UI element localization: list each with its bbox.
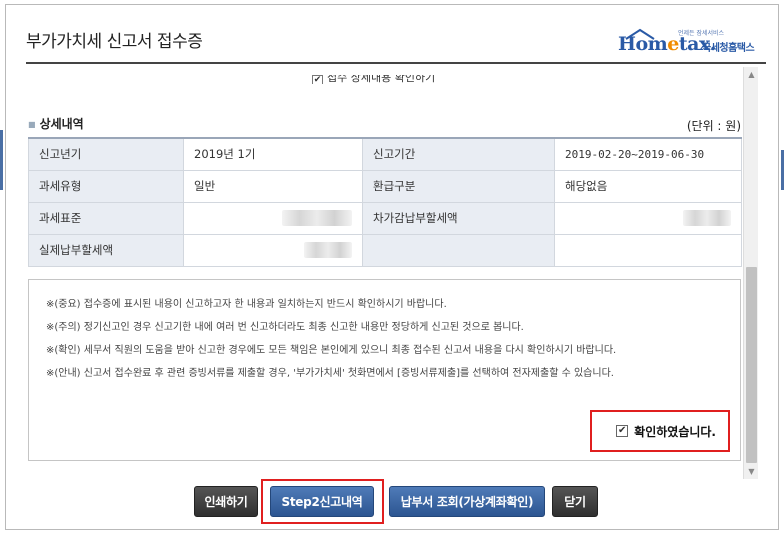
- table-value: [554, 233, 742, 267]
- table-row: 과세표준 차가감납부할세액: [28, 201, 742, 235]
- dialog-title: 부가가치세 신고서 접수증: [26, 32, 203, 52]
- unit-label: (단위 : 원): [686, 119, 741, 133]
- scroll-down-icon[interactable]: ▼: [744, 464, 759, 479]
- vertical-scrollbar[interactable]: ▲ ▼: [743, 67, 758, 479]
- checkbox-icon[interactable]: ✔: [312, 75, 323, 84]
- receipt-dialog: 부가가치세 신고서 접수증 언제든 잠세서비스 Hometax. 국세청홈택스 …: [5, 4, 779, 530]
- confirm-label[interactable]: 확인하였습니다.: [634, 423, 716, 440]
- close-button[interactable]: 닫기: [552, 486, 598, 517]
- table-label: 환급구분: [362, 169, 555, 203]
- scroll-up-icon[interactable]: ▲: [744, 67, 759, 82]
- table-label: 과세표준: [28, 201, 184, 235]
- table-value-redacted: [183, 201, 363, 235]
- table-label: 신고기간: [362, 137, 555, 171]
- content-scroll-area: ✔ 접수 상세내용 확인하기 ■ 상세내역 (단위 : 원) 신고년기 2019년 …: [26, 67, 761, 479]
- notice-item: ※(주의) 정기신고인 경우 신고기한 내에 여러 번 신고하더라도 최종 신고…: [46, 322, 524, 333]
- logo-korean: 국세청홈택스: [702, 43, 755, 54]
- background-window-edge: [0, 130, 3, 190]
- table-row: 과세유형 일반 환급구분 해당없음: [28, 169, 742, 203]
- table-value: 해당없음: [554, 169, 742, 203]
- notice-box: ※(중요) 접수증에 표시된 내용이 신고하고자 한 내용과 일치하는지 반드시…: [28, 279, 741, 461]
- table-row: 신고년기 2019년 1기 신고기간 2019-02-20~2019-06-30: [28, 137, 742, 171]
- title-divider: [26, 62, 766, 64]
- table-value: 일반: [183, 169, 363, 203]
- detail-toggle-label: 접수 상세내용 확인하기: [327, 75, 436, 84]
- table-label: 실제납부할세액: [28, 233, 184, 267]
- confirm-highlight: ✔ 확인하였습니다.: [590, 410, 730, 452]
- section-title: ■ 상세내역: [28, 117, 84, 131]
- notice-item: ※(확인) 세무서 직원의 도움을 받아 신고한 경우에도 모든 책임은 본인에…: [46, 345, 617, 356]
- table-value: 2019-02-20~2019-06-30: [554, 137, 742, 171]
- table-label: [362, 233, 555, 267]
- payment-inquiry-button[interactable]: 납부서 조회(가상계좌확인): [389, 486, 545, 517]
- redacted-value: [282, 210, 352, 226]
- table-value: 2019년 1기: [183, 137, 363, 171]
- bullet-icon: ■: [28, 120, 36, 129]
- table-row: 실제납부할세액: [28, 233, 742, 267]
- notice-item: ※(안내) 신고서 접수완료 후 관련 증빙서류를 제출할 경우, '부가가치세…: [46, 368, 614, 379]
- notice-item: ※(중요) 접수증에 표시된 내용이 신고하고자 한 내용과 일치하는지 반드시…: [46, 299, 447, 310]
- hometax-logo: 언제든 잠세서비스 Hometax. 국세청홈택스: [618, 25, 768, 61]
- redacted-value: [683, 210, 731, 226]
- confirm-checkbox[interactable]: ✔: [616, 425, 629, 437]
- step2-history-button[interactable]: Step2신고내역: [270, 486, 374, 517]
- redacted-value: [304, 242, 352, 258]
- table-label: 신고년기: [28, 137, 184, 171]
- scrollbar-thumb[interactable]: [746, 267, 757, 463]
- table-label: 차가감납부할세액: [362, 201, 555, 235]
- table-label: 과세유형: [28, 169, 184, 203]
- table-value-redacted: [183, 233, 363, 267]
- detail-table: 신고년기 2019년 1기 신고기간 2019-02-20~2019-06-30…: [28, 137, 742, 267]
- button-bar: 인쇄하기 Step2신고내역 납부서 조회(가상계좌확인) 닫기: [6, 479, 780, 524]
- print-button[interactable]: 인쇄하기: [194, 486, 258, 517]
- table-value-redacted: [554, 201, 742, 235]
- detail-toggle-row[interactable]: ✔ 접수 상세내용 확인하기: [312, 75, 435, 84]
